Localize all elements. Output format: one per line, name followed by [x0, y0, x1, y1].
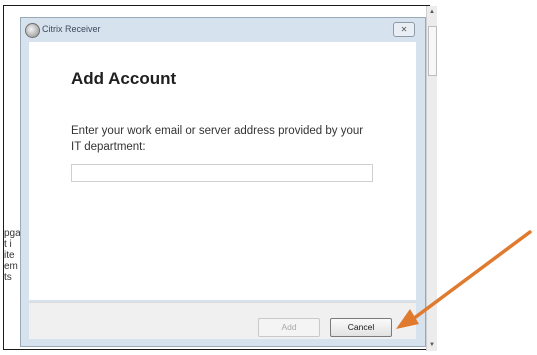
dialog-footer: Add Cancel: [29, 302, 416, 339]
cancel-button[interactable]: Cancel: [330, 318, 392, 337]
server-address-input[interactable]: [71, 164, 373, 182]
citrix-receiver-icon: [25, 23, 40, 38]
scroll-up-arrow-icon[interactable]: ▲: [428, 8, 436, 16]
background-scrollbar[interactable]: ▲ ▼: [426, 6, 437, 351]
dialog-titlebar: Citrix Receiver ✕: [21, 18, 425, 42]
background-text-line: ts: [4, 272, 12, 283]
scroll-down-arrow-icon[interactable]: ▼: [428, 341, 436, 349]
scrollbar-thumb[interactable]: [428, 26, 437, 76]
add-button[interactable]: Add: [258, 318, 320, 337]
close-icon[interactable]: ✕: [393, 22, 415, 37]
background-document-text: pga t i ite em ts: [4, 228, 21, 283]
window-title: Citrix Receiver: [42, 24, 101, 34]
background-text-line: em: [4, 261, 18, 272]
background-text-line: ite: [4, 250, 15, 261]
dialog-heading: Add Account: [71, 69, 177, 88]
add-account-dialog: Citrix Receiver ✕ Add Account Enter your…: [20, 17, 426, 347]
dialog-content: Add Account Enter your work email or ser…: [29, 42, 416, 300]
instructions-text: Enter your work email or server address …: [71, 125, 364, 153]
background-text-line: pga: [4, 228, 21, 239]
background-text-line: t i: [4, 239, 12, 250]
